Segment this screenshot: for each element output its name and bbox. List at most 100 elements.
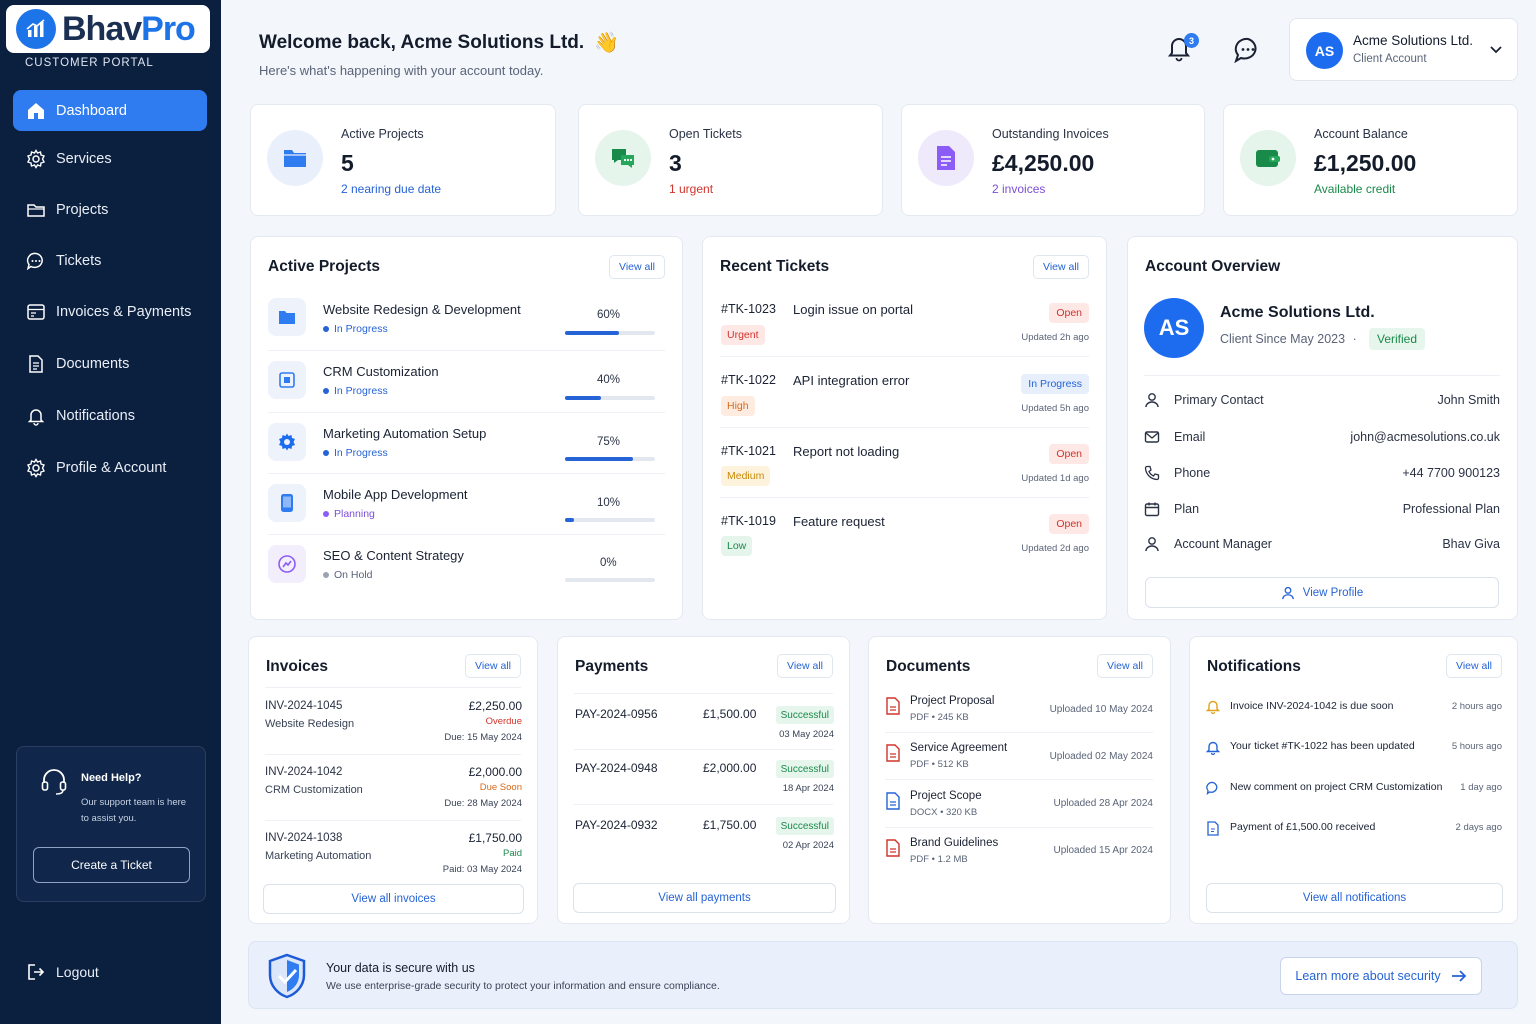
stat-subtext: 1 urgent	[669, 182, 714, 196]
ticket-priority-badge: Medium	[721, 466, 771, 486]
document-name[interactable]: Service Agreement	[910, 742, 1007, 754]
client-since: Client Since May 2023 ·	[1220, 332, 1357, 346]
sidebar-item-invoices-payments[interactable]: Invoices & Payments	[13, 291, 207, 332]
project-status: In Progress	[323, 447, 388, 459]
stat-card-outstanding-invoices[interactable]: Outstanding Invoices £4,250.00 2 invoice…	[901, 104, 1205, 216]
sidebar-item-tickets[interactable]: Tickets	[13, 240, 207, 281]
notifications-card: Notifications View all Invoice INV-2024-…	[1189, 636, 1518, 924]
view-all-notifications-button[interactable]: View all notifications	[1206, 883, 1503, 913]
ticket-priority-badge: Low	[721, 536, 753, 556]
payments-view-all-button[interactable]: View all	[777, 654, 833, 678]
invoice-id[interactable]: INV-2024-1038	[265, 832, 342, 844]
payment-id[interactable]: PAY-2024-0932	[575, 818, 658, 832]
documents-view-all-button[interactable]: View all	[1097, 654, 1153, 678]
project-progress-bar	[565, 578, 655, 582]
create-ticket-button[interactable]: Create a Ticket	[33, 847, 190, 883]
project-name[interactable]: SEO & Content Strategy	[323, 548, 464, 563]
ticket-title[interactable]: Report not loading	[793, 444, 899, 459]
ticket-updated: Updated 2h ago	[1021, 332, 1089, 343]
ticket-id[interactable]: #TK-1023	[721, 302, 776, 316]
project-status: On Hold	[323, 569, 373, 581]
invoice-description: CRM Customization	[265, 784, 363, 796]
project-name[interactable]: Website Redesign & Development	[323, 302, 521, 317]
stat-card-open-tickets[interactable]: Open Tickets 3 1 urgent	[578, 104, 883, 216]
avatar: AS	[1306, 32, 1343, 69]
ticket-id[interactable]: #TK-1019	[721, 514, 776, 528]
document-icon	[29, 354, 43, 373]
notification-text[interactable]: New comment on project CRM Customization	[1230, 781, 1442, 793]
stat-value: £1,250.00	[1314, 150, 1417, 176]
stat-subtext: 2 invoices	[992, 182, 1046, 196]
document-uploaded: Uploaded 10 May 2024	[1049, 704, 1153, 715]
page-subtitle: Here's what's happening with your accoun…	[259, 63, 544, 78]
ticket-title[interactable]: Feature request	[793, 514, 885, 529]
stat-card-active-projects[interactable]: Active Projects 5 2 nearing due date	[250, 104, 556, 216]
document-uploaded: Uploaded 28 Apr 2024	[1053, 798, 1153, 809]
tickets-view-all-button[interactable]: View all	[1033, 255, 1089, 279]
view-profile-button[interactable]: View Profile	[1145, 577, 1499, 608]
view-all-invoices-button[interactable]: View all invoices	[263, 884, 524, 914]
learn-more-security-button[interactable]: Learn more about security	[1280, 957, 1482, 995]
documents-card: Documents View all Project Proposal PDF …	[868, 636, 1171, 924]
notification-text[interactable]: Payment of £1,500.00 received	[1230, 821, 1375, 833]
ticket-id[interactable]: #TK-1022	[721, 373, 776, 387]
payment-icon	[1207, 821, 1219, 836]
project-percent: 0%	[600, 557, 617, 569]
messages-icon[interactable]	[1234, 37, 1262, 63]
recent-tickets-card: Recent Tickets View all #TK-1023 Login i…	[702, 236, 1107, 620]
document-name[interactable]: Project Scope	[910, 790, 982, 802]
brand-logo[interactable]: BhavPro	[6, 5, 210, 53]
document-name[interactable]: Project Proposal	[910, 695, 994, 707]
arrow-right-icon	[1451, 970, 1466, 982]
invoice-status: Due Soon	[479, 782, 522, 793]
invoice-date: Due: 28 May 2024	[444, 798, 522, 809]
sidebar: BhavPro CUSTOMER PORTAL Dashboard Servic…	[0, 0, 221, 1024]
invoice-id[interactable]: INV-2024-1042	[265, 766, 342, 778]
page-title: Welcome back, Acme Solutions Ltd. 👋	[259, 31, 620, 55]
notification-text[interactable]: Invoice INV-2024-1042 is due soon	[1230, 700, 1393, 712]
sidebar-item-profile-account[interactable]: Profile & Account	[13, 447, 207, 488]
document-name[interactable]: Brand Guidelines	[910, 837, 998, 849]
project-name[interactable]: CRM Customization	[323, 364, 439, 379]
seo-gauge-icon	[268, 545, 306, 583]
logout-button[interactable]: Logout	[26, 962, 99, 982]
card-title: Active Projects	[268, 258, 380, 275]
invoice-id[interactable]: INV-2024-1045	[265, 700, 342, 712]
ticket-status-badge: Open	[1049, 514, 1089, 534]
sidebar-item-documents[interactable]: Documents	[13, 343, 207, 384]
invoices-view-all-button[interactable]: View all	[465, 654, 521, 678]
project-name[interactable]: Mobile App Development	[323, 487, 468, 502]
ticket-priority-badge: Urgent	[721, 325, 765, 345]
sidebar-item-projects[interactable]: Projects	[13, 189, 207, 230]
chat-icon	[26, 252, 43, 270]
invoice-date: Due: 15 May 2024	[444, 732, 522, 743]
sidebar-item-dashboard[interactable]: Dashboard	[13, 90, 207, 131]
ticket-updated: Updated 2d ago	[1021, 543, 1089, 554]
sidebar-item-services[interactable]: Services	[13, 138, 207, 179]
active-projects-card: Active Projects View all Website Redesig…	[250, 236, 683, 620]
ticket-title[interactable]: API integration error	[793, 373, 909, 388]
notification-time: 2 days ago	[1455, 822, 1502, 833]
invoice-description: Marketing Automation	[265, 850, 372, 862]
project-name[interactable]: Marketing Automation Setup	[323, 426, 486, 441]
notifications-view-all-button[interactable]: View all	[1446, 654, 1502, 678]
stat-card-account-balance[interactable]: Account Balance £1,250.00 Available cred…	[1223, 104, 1518, 216]
ticket-title[interactable]: Login issue on portal	[793, 302, 913, 317]
user-menu[interactable]: AS Acme Solutions Ltd. Client Account	[1289, 18, 1518, 81]
stat-value: 5	[341, 150, 354, 176]
project-percent: 40%	[597, 374, 621, 386]
payment-id[interactable]: PAY-2024-0948	[575, 761, 658, 775]
ticket-id[interactable]: #TK-1021	[721, 444, 776, 458]
sidebar-item-notifications[interactable]: Notifications	[13, 395, 207, 436]
project-percent: 75%	[597, 436, 621, 448]
project-progress-bar	[565, 457, 655, 461]
document-meta: PDF • 512 KB	[910, 759, 969, 770]
payment-id[interactable]: PAY-2024-0956	[575, 707, 658, 721]
project-percent: 10%	[597, 497, 621, 509]
view-all-payments-button[interactable]: View all payments	[573, 883, 836, 913]
projects-view-all-button[interactable]: View all	[609, 255, 665, 279]
notification-text[interactable]: Your ticket #TK-1022 has been updated	[1230, 740, 1415, 752]
calendar-icon	[1144, 502, 1160, 517]
sidebar-item-label: Services	[56, 150, 112, 167]
comment-icon	[1206, 781, 1218, 795]
